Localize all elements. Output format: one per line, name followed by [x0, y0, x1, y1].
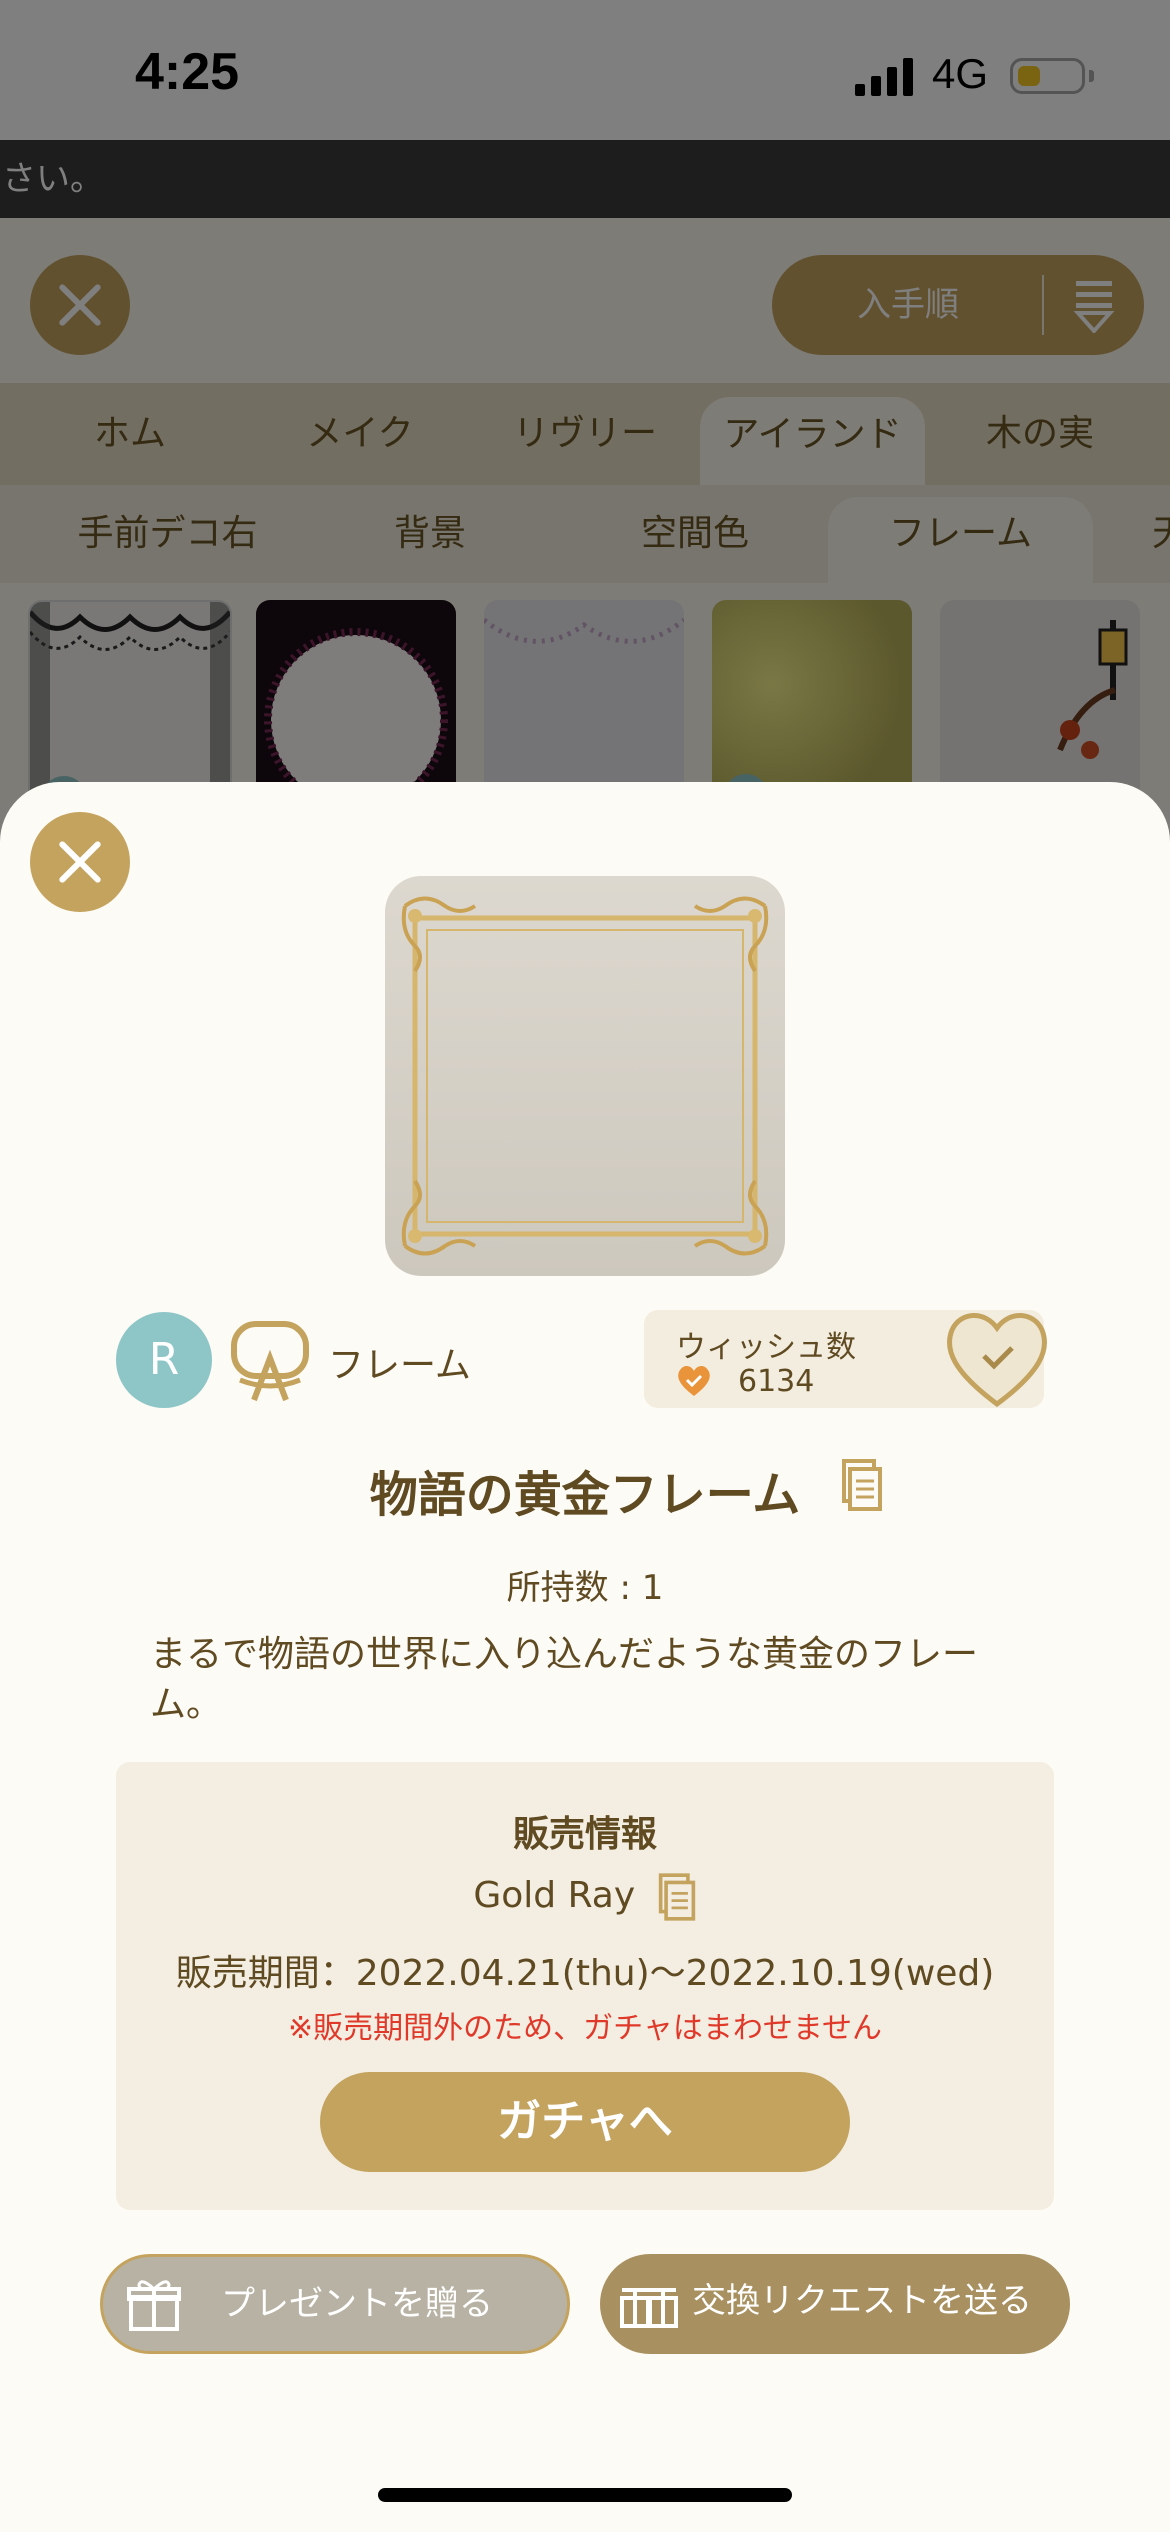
document-icon[interactable] — [840, 1459, 884, 1511]
owned-count: 所持数 : 1 — [506, 1568, 664, 1608]
exchange-gift-icon — [620, 2288, 678, 2328]
sale-info-title: 販売情報 — [512, 1814, 657, 1855]
item-name-row: 物語の黄金フレーム — [0, 1455, 1170, 1525]
item-name: 物語の黄金フレーム — [369, 1467, 801, 1523]
frame-category-icon — [231, 1321, 309, 1402]
home-indicator — [378, 2488, 792, 2502]
heart-check-icon — [678, 1365, 710, 1396]
gacha-name-row: Gold Ray — [116, 1872, 1054, 1922]
wish-heart-button[interactable] — [942, 1308, 1052, 1410]
gacha-button[interactable]: ガチャへ — [320, 2072, 850, 2172]
golden-frame-illustration — [401, 896, 769, 1256]
gift-icon — [127, 2280, 181, 2331]
item-description: まるで物語の世界に入り込んだような黄金のフレーム。 — [150, 1634, 979, 1725]
present-label: プレゼントを贈る — [221, 2284, 493, 2324]
exchange-request-button[interactable]: 交換リクエストを送る — [600, 2254, 1070, 2354]
category-label: フレーム — [328, 1345, 471, 1386]
document-icon[interactable] — [657, 1872, 697, 1922]
wish-title: ウィッシュ数 — [676, 1330, 856, 1365]
close-detail-button[interactable] — [30, 812, 130, 912]
wish-count: 6134 — [738, 1364, 815, 1399]
rarity-badge: R — [116, 1312, 212, 1408]
sale-warning: ※販売期間外のため、ガチャはまわせません — [288, 2011, 882, 2046]
present-button[interactable]: プレゼントを贈る — [100, 2254, 570, 2354]
exchange-label: 交換リクエストを送る — [692, 2281, 1032, 2321]
item-preview-image — [385, 876, 785, 1276]
sale-period: 販売期間：2022.04.21(thu)〜2022.10.19(wed) — [175, 1953, 995, 1994]
gacha-name: Gold Ray — [473, 1875, 636, 1916]
